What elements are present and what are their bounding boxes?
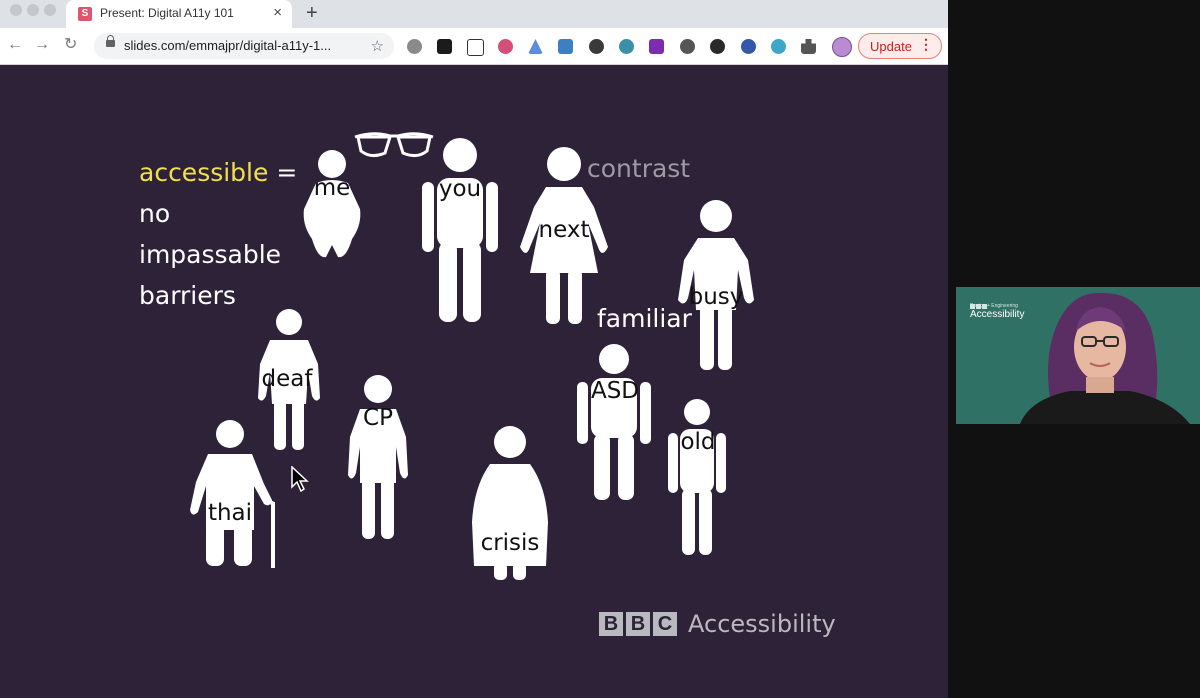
update-label: Update <box>870 39 912 54</box>
extension-icon-9[interactable] <box>649 39 664 54</box>
mouse-cursor-icon <box>291 466 309 493</box>
forward-button[interactable]: → <box>34 36 50 54</box>
bbc-letter: C <box>653 612 677 636</box>
person-figure-icon <box>668 399 726 555</box>
figure-label-asd: ASD <box>590 378 640 404</box>
woman-figure-icon <box>303 150 361 258</box>
back-button[interactable]: ← <box>7 36 23 54</box>
puzzle-icon[interactable] <box>801 39 816 54</box>
figure-label-crisis: crisis <box>480 530 540 556</box>
new-tab-button[interactable]: + <box>306 2 318 24</box>
bookmark-star-icon[interactable]: ☆ <box>371 37 384 55</box>
presenter-video-icon <box>1020 292 1190 424</box>
extension-icon-5[interactable] <box>528 39 543 54</box>
browser-toolbar: ← → ↻ slides.com/emmajpr/digital-a11y-1.… <box>0 28 948 65</box>
tab-title: Present: Digital A11y 101 <box>100 6 234 20</box>
equals-sign: = <box>276 158 298 187</box>
extension-icon-12[interactable] <box>741 39 756 54</box>
slides-favicon-icon: S <box>78 7 92 21</box>
tab-close-icon[interactable]: × <box>273 4 282 22</box>
woman-dress-figure-icon <box>472 426 548 580</box>
tab-present-digital-a11y[interactable]: S Present: Digital A11y 101 × <box>66 0 292 28</box>
figure-label-me: me <box>313 175 351 201</box>
extension-icon-1[interactable] <box>407 39 422 54</box>
figure-label-cp: CP <box>363 405 393 431</box>
extension-icon-8[interactable] <box>619 39 634 54</box>
heading-line-4: barriers <box>139 281 236 310</box>
figure-label-busy: busy <box>688 284 744 310</box>
elderly-with-cane-figure-icon <box>190 420 275 568</box>
presentation-slide: accessible = no impassable barriers cont… <box>0 65 948 698</box>
bbc-logo: BBC <box>599 612 680 636</box>
man-figure-icon <box>422 138 498 322</box>
extension-icon-13[interactable] <box>771 39 786 54</box>
accessible-word: accessible <box>139 158 269 187</box>
menu-dots-icon[interactable]: ⋮ <box>919 36 933 53</box>
reload-button[interactable]: ↻ <box>64 36 77 54</box>
figure-label-next: next <box>538 217 590 243</box>
figure-label-thai: thai <box>207 500 253 526</box>
presenter-webcam: Design + Engineering Accessibility <box>956 287 1200 424</box>
browser-window: S Present: Digital A11y 101 × + ← → ↻ sl… <box>0 0 948 698</box>
tab-strip: S Present: Digital A11y 101 × + <box>0 0 948 28</box>
address-bar[interactable]: slides.com/emmajpr/digital-a11y-1... ☆ <box>94 33 394 59</box>
heading-line-3: impassable <box>139 240 282 269</box>
extension-icon-10[interactable] <box>680 39 695 54</box>
lock-icon[interactable] <box>106 35 115 47</box>
heading-line-2: no <box>139 199 171 228</box>
figure-label-you: you <box>438 176 482 202</box>
extension-icon-2[interactable] <box>437 39 452 54</box>
window-zoom-light[interactable] <box>44 4 56 16</box>
url-text[interactable]: slides.com/emmajpr/digital-a11y-1... <box>124 38 331 53</box>
heading-line-1: accessible = <box>139 158 297 187</box>
extension-icon-4[interactable] <box>498 39 513 54</box>
man-figure-icon <box>577 344 651 500</box>
profile-avatar-icon[interactable] <box>832 37 852 57</box>
person-figure-icon <box>348 375 408 539</box>
bbc-letter: B <box>599 612 623 636</box>
extension-icon-11[interactable] <box>710 39 725 54</box>
extension-icon-3[interactable] <box>467 39 484 56</box>
window-minimize-light[interactable] <box>27 4 39 16</box>
extension-icon-7[interactable] <box>589 39 604 54</box>
bbc-letter: B <box>626 612 650 636</box>
footer-accessibility-text: Accessibility <box>688 610 836 638</box>
extension-icon-6[interactable] <box>558 39 573 54</box>
update-button[interactable]: Update ⋮ <box>858 33 942 59</box>
window-close-light[interactable] <box>10 4 22 16</box>
figure-label-old: old <box>680 429 716 455</box>
figure-label-deaf: deaf <box>261 366 313 392</box>
